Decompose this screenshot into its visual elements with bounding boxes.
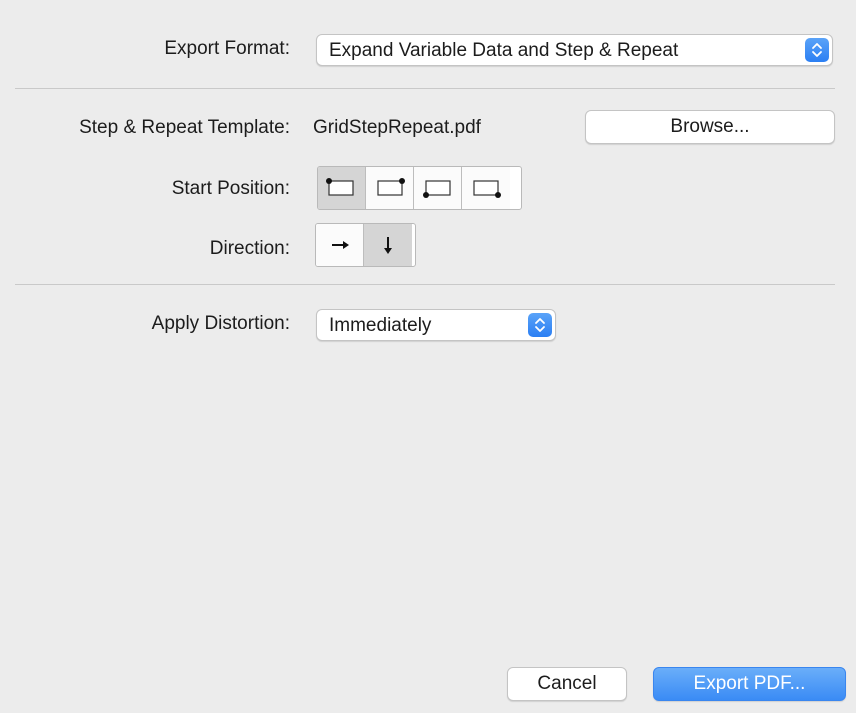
start-top-left-button[interactable]	[318, 167, 366, 209]
browse-button[interactable]: Browse...	[585, 110, 835, 144]
apply-distortion-value: Immediately	[329, 315, 432, 336]
separator-top	[15, 88, 835, 89]
start-top-right-button[interactable]	[366, 167, 414, 209]
direction-segmented	[315, 223, 416, 267]
apply-distortion-popup[interactable]: Immediately	[316, 309, 556, 341]
bottom-right-corner-icon	[473, 180, 501, 198]
export-format-value: Expand Variable Data and Step & Repeat	[329, 40, 679, 61]
updown-chevron-icon	[528, 313, 552, 337]
direction-label: Direction:	[209, 238, 290, 259]
export-format-popup[interactable]: Expand Variable Data and Step & Repeat	[316, 34, 833, 66]
direction-horizontal-button[interactable]	[316, 224, 364, 266]
start-position-label: Start Position:	[171, 178, 290, 199]
start-position-segmented	[317, 166, 522, 210]
export-pdf-dialog: Export Format: Expand Variable Data and …	[0, 0, 856, 713]
export-pdf-button[interactable]: Export PDF...	[653, 667, 846, 701]
bottom-left-corner-icon	[423, 180, 451, 198]
top-left-corner-icon	[326, 178, 354, 196]
template-filename: GridStepRepeat.pdf	[313, 117, 481, 138]
arrow-down-icon	[384, 237, 392, 254]
start-bottom-left-button[interactable]	[414, 167, 462, 209]
separator-middle	[15, 284, 835, 285]
apply-distortion-label: Apply Distortion:	[151, 313, 290, 334]
template-label: Step & Repeat Template:	[79, 117, 290, 138]
updown-chevron-icon	[805, 38, 829, 62]
start-bottom-right-button[interactable]	[462, 167, 510, 209]
top-right-corner-icon	[377, 178, 405, 196]
arrow-right-icon	[332, 241, 349, 249]
direction-vertical-button[interactable]	[364, 224, 412, 266]
export-format-label: Export Format:	[164, 38, 290, 59]
cancel-button[interactable]: Cancel	[507, 667, 627, 701]
